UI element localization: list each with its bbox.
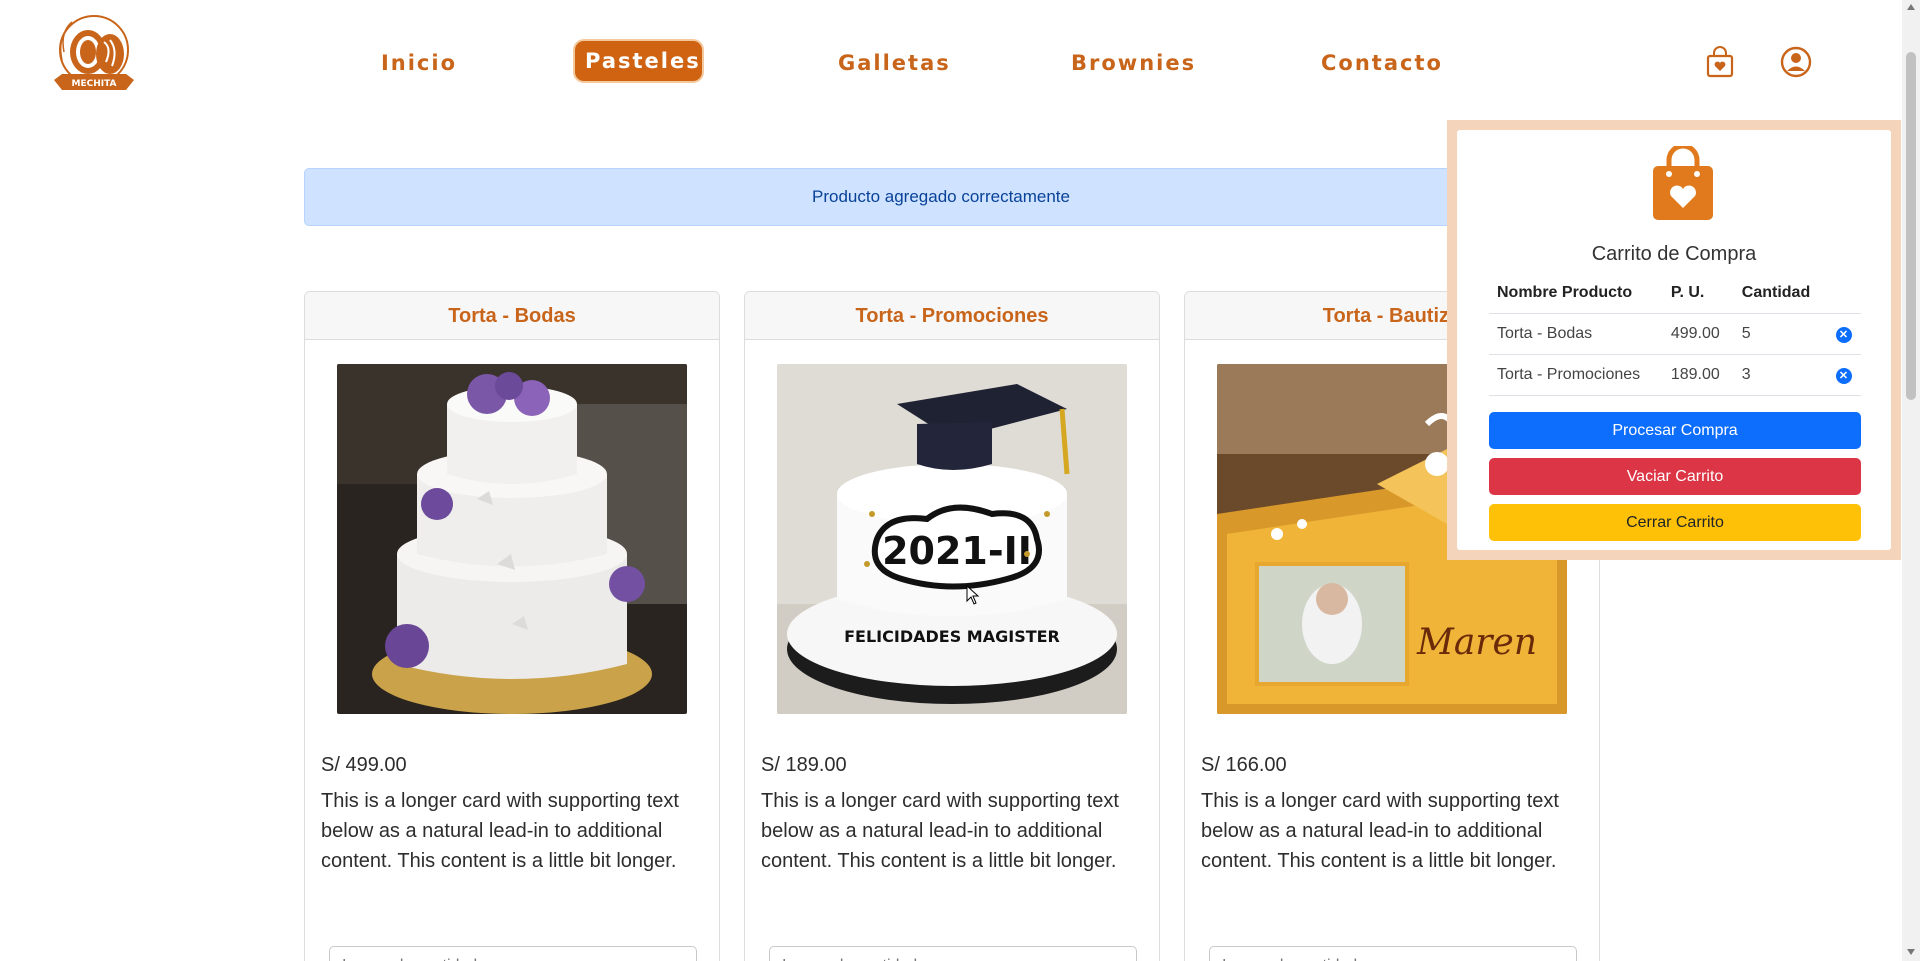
cake-subtext: FELICIDADES MAGISTER xyxy=(844,627,1060,646)
nav-pasteles[interactable]: Pasteles xyxy=(575,41,702,81)
product-description: This is a longer card with supporting te… xyxy=(321,790,679,872)
cart-item-name: Torta - Promociones xyxy=(1489,354,1663,396)
shopping-bag-heart-icon xyxy=(1651,143,1715,222)
cake-text: 2021-II xyxy=(882,529,1032,573)
scroll-up-icon[interactable] xyxy=(1907,4,1915,10)
user-circle-icon[interactable] xyxy=(1778,44,1814,80)
cart-table: Nombre Producto P. U. Cantidad Torta - B… xyxy=(1489,273,1861,396)
cart-item-quantity: 3 xyxy=(1733,354,1827,396)
product-card: Torta - Promociones 2021-II FELICIDADES … xyxy=(744,291,1160,961)
process-purchase-button[interactable]: Procesar Compra xyxy=(1489,412,1861,449)
cart-item-price: 499.00 xyxy=(1662,313,1734,355)
product-card: Torta - Bodas S/ 499.00 This is a longer… xyxy=(304,291,720,961)
wedding-cake-photo xyxy=(337,364,687,714)
product-price: S/ 499.00 xyxy=(321,754,407,776)
remove-item-icon[interactable]: ✕ xyxy=(1835,367,1852,384)
product-price: S/ 189.00 xyxy=(761,754,847,776)
graduation-cake-photo: 2021-II FELICIDADES MAGISTER xyxy=(777,364,1127,714)
col-nombre-producto: Nombre Producto xyxy=(1489,273,1663,314)
product-title: Torta - Bodas xyxy=(305,292,719,340)
nav-inicio[interactable]: Inicio xyxy=(369,43,469,83)
remove-item-icon[interactable]: ✕ xyxy=(1835,326,1852,343)
mechita-logo[interactable]: MECHITA xyxy=(50,12,138,96)
quantity-input[interactable] xyxy=(329,946,697,961)
table-row: Torta - Bodas 499.00 5 ✕ xyxy=(1489,313,1861,355)
shopping-bag-icon[interactable] xyxy=(1702,44,1738,80)
cart-content: Carrito de Compra Nombre Producto P. U. … xyxy=(1457,130,1891,550)
product-description: This is a longer card with supporting te… xyxy=(1201,790,1559,872)
col-remove xyxy=(1826,273,1861,314)
page-scrollbar[interactable] xyxy=(1902,0,1920,961)
product-title: Torta - Promociones xyxy=(745,292,1159,340)
close-cart-button[interactable]: Cerrar Carrito xyxy=(1489,504,1861,541)
product-description: This is a longer card with supporting te… xyxy=(761,790,1119,872)
cart-item-name: Torta - Bodas xyxy=(1489,313,1663,355)
quantity-input[interactable] xyxy=(1209,946,1577,961)
cart-item-price: 189.00 xyxy=(1662,354,1734,396)
cart-title: Carrito de Compra xyxy=(1591,243,1757,265)
scroll-down-icon[interactable] xyxy=(1907,949,1915,955)
product-price: S/ 166.00 xyxy=(1201,754,1287,776)
scroll-thumb[interactable] xyxy=(1906,52,1916,400)
navbar: MECHITA Inicio Pasteles Galletas Brownie… xyxy=(0,0,1902,118)
alert-message: Producto agregado correctamente xyxy=(812,187,1070,206)
nav-contacto[interactable]: Contacto xyxy=(1321,43,1441,83)
col-precio-unitario: P. U. xyxy=(1662,273,1734,314)
quantity-input[interactable] xyxy=(769,946,1137,961)
mouse-cursor-icon xyxy=(966,584,980,609)
col-cantidad: Cantidad xyxy=(1733,273,1827,314)
success-alert: Producto agregado correctamente xyxy=(304,168,1598,226)
cart-panel: Carrito de Compra Nombre Producto P. U. … xyxy=(1447,120,1901,560)
cart-item-quantity: 5 xyxy=(1733,313,1827,355)
cake-script-text: Maren xyxy=(1416,622,1537,663)
cart-table-header: Nombre Producto P. U. Cantidad xyxy=(1489,273,1861,314)
logo-text: MECHITA xyxy=(72,79,117,89)
nav-brownies[interactable]: Brownies xyxy=(1071,43,1194,83)
table-row: Torta - Promociones 189.00 3 ✕ xyxy=(1489,354,1861,396)
nav-galletas[interactable]: Galletas xyxy=(838,43,949,83)
empty-cart-button[interactable]: Vaciar Carrito xyxy=(1489,458,1861,495)
